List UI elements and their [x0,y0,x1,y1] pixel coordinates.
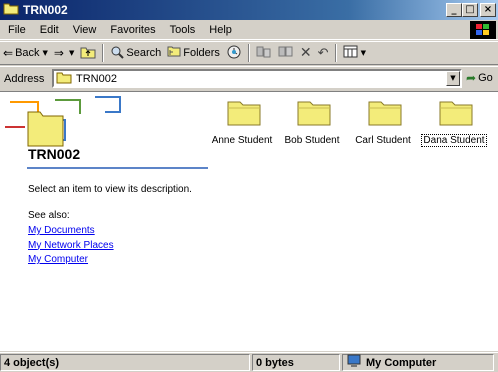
status-object-count: 4 object(s) [0,354,250,371]
folder-icon [439,101,473,126]
link-my-computer[interactable]: My Computer [28,253,114,268]
search-label: Search [126,47,162,59]
up-folder-icon [80,45,96,62]
link-my-network-places[interactable]: My Network Places [28,239,114,254]
close-button[interactable]: × [480,3,496,17]
chevron-down-icon[interactable]: ▼ [43,49,48,57]
status-zone: My Computer [342,354,494,371]
standard-toolbar: ⇐ Back ▼ ⇒ ▼ Search Folders ✕ ↶ ▼ [0,41,498,65]
undo-button[interactable]: ↶ [315,42,332,64]
history-button[interactable] [223,42,245,64]
menu-tools[interactable]: Tools [163,24,203,36]
see-also-links: My Documents My Network Places My Comput… [28,224,114,268]
back-label: Back [15,47,40,59]
web-view-pane: TRN002 Select an item to view its descri… [0,92,210,352]
views-button[interactable]: ▼ [340,42,369,64]
description-text: Select an item to view its description. [28,184,192,195]
status-size: 0 bytes [252,354,340,371]
menu-favorites[interactable]: Favorites [103,24,162,36]
windows-logo-icon [470,21,496,39]
folders-icon [167,45,181,61]
item-label: Carl Student [355,135,411,146]
title-bar[interactable]: TRN002 _ □ × [0,0,498,20]
chevron-down-icon[interactable]: ▼ [69,49,74,57]
address-bar: Address TRN002 ▼ ➦ Go [0,66,498,90]
toolbar-separator [102,44,105,62]
menu-view[interactable]: View [66,24,104,36]
delete-icon: ✕ [299,45,312,61]
search-icon [110,45,125,62]
minimize-button[interactable]: _ [446,3,462,17]
forward-button[interactable]: ⇒ ▼ [51,42,77,64]
move-to-button[interactable] [253,42,275,64]
folder-name-heading: TRN002 [28,146,81,162]
views-icon [343,45,358,61]
heading-underline [27,167,208,169]
folder-icon [368,101,402,126]
forward-arrow-icon: ⇒ [53,46,64,60]
toolbar-separator [334,44,337,62]
go-button[interactable]: ➦ Go [466,71,493,85]
folder-icon [297,101,331,126]
up-folder-button[interactable] [77,42,99,64]
computer-icon [346,354,362,371]
move-to-icon [256,45,272,62]
folders-label: Folders [183,47,220,59]
folder-view[interactable]: TRN002 Select an item to view its descri… [0,91,498,351]
menu-help[interactable]: Help [202,24,239,36]
status-zone-label: My Computer [366,356,437,369]
address-label: Address [4,72,45,85]
history-icon [226,44,242,63]
address-value: TRN002 [76,72,117,85]
folder-icon [56,71,72,87]
link-my-documents[interactable]: My Documents [28,224,114,239]
search-button[interactable]: Search [107,42,164,64]
address-dropdown-button[interactable]: ▼ [446,71,460,86]
maximize-button[interactable]: □ [462,3,478,17]
folders-button[interactable]: Folders [164,42,223,64]
menu-edit[interactable]: Edit [33,24,66,36]
back-arrow-icon: ⇐ [3,46,14,60]
folder-icon [227,101,261,126]
menu-bar: File Edit View Favorites Tools Help [0,20,498,40]
see-also-label: See also: [28,210,70,221]
item-label: Anne Student [211,135,273,146]
go-arrow-icon: ➦ [466,71,477,85]
explorer-window: TRN002 _ □ × File Edit View Favorites To… [0,0,498,372]
item-label: Dana Student [421,134,487,147]
back-button[interactable]: ⇐ Back ▼ [0,42,51,64]
go-label: Go [478,72,493,84]
window-title: TRN002 [23,3,68,17]
toolbar-separator [247,44,250,62]
item-label: Bob Student [284,135,340,146]
folder-icon [3,2,19,18]
chevron-down-icon[interactable]: ▼ [361,49,366,57]
undo-icon: ↶ [317,45,329,61]
address-input[interactable]: TRN002 ▼ [52,69,462,88]
status-bar: 4 object(s) 0 bytes My Computer [0,352,498,372]
delete-button[interactable]: ✕ [297,42,315,64]
copy-to-button[interactable] [275,42,297,64]
menu-file[interactable]: File [0,24,33,36]
copy-to-icon [278,45,294,62]
